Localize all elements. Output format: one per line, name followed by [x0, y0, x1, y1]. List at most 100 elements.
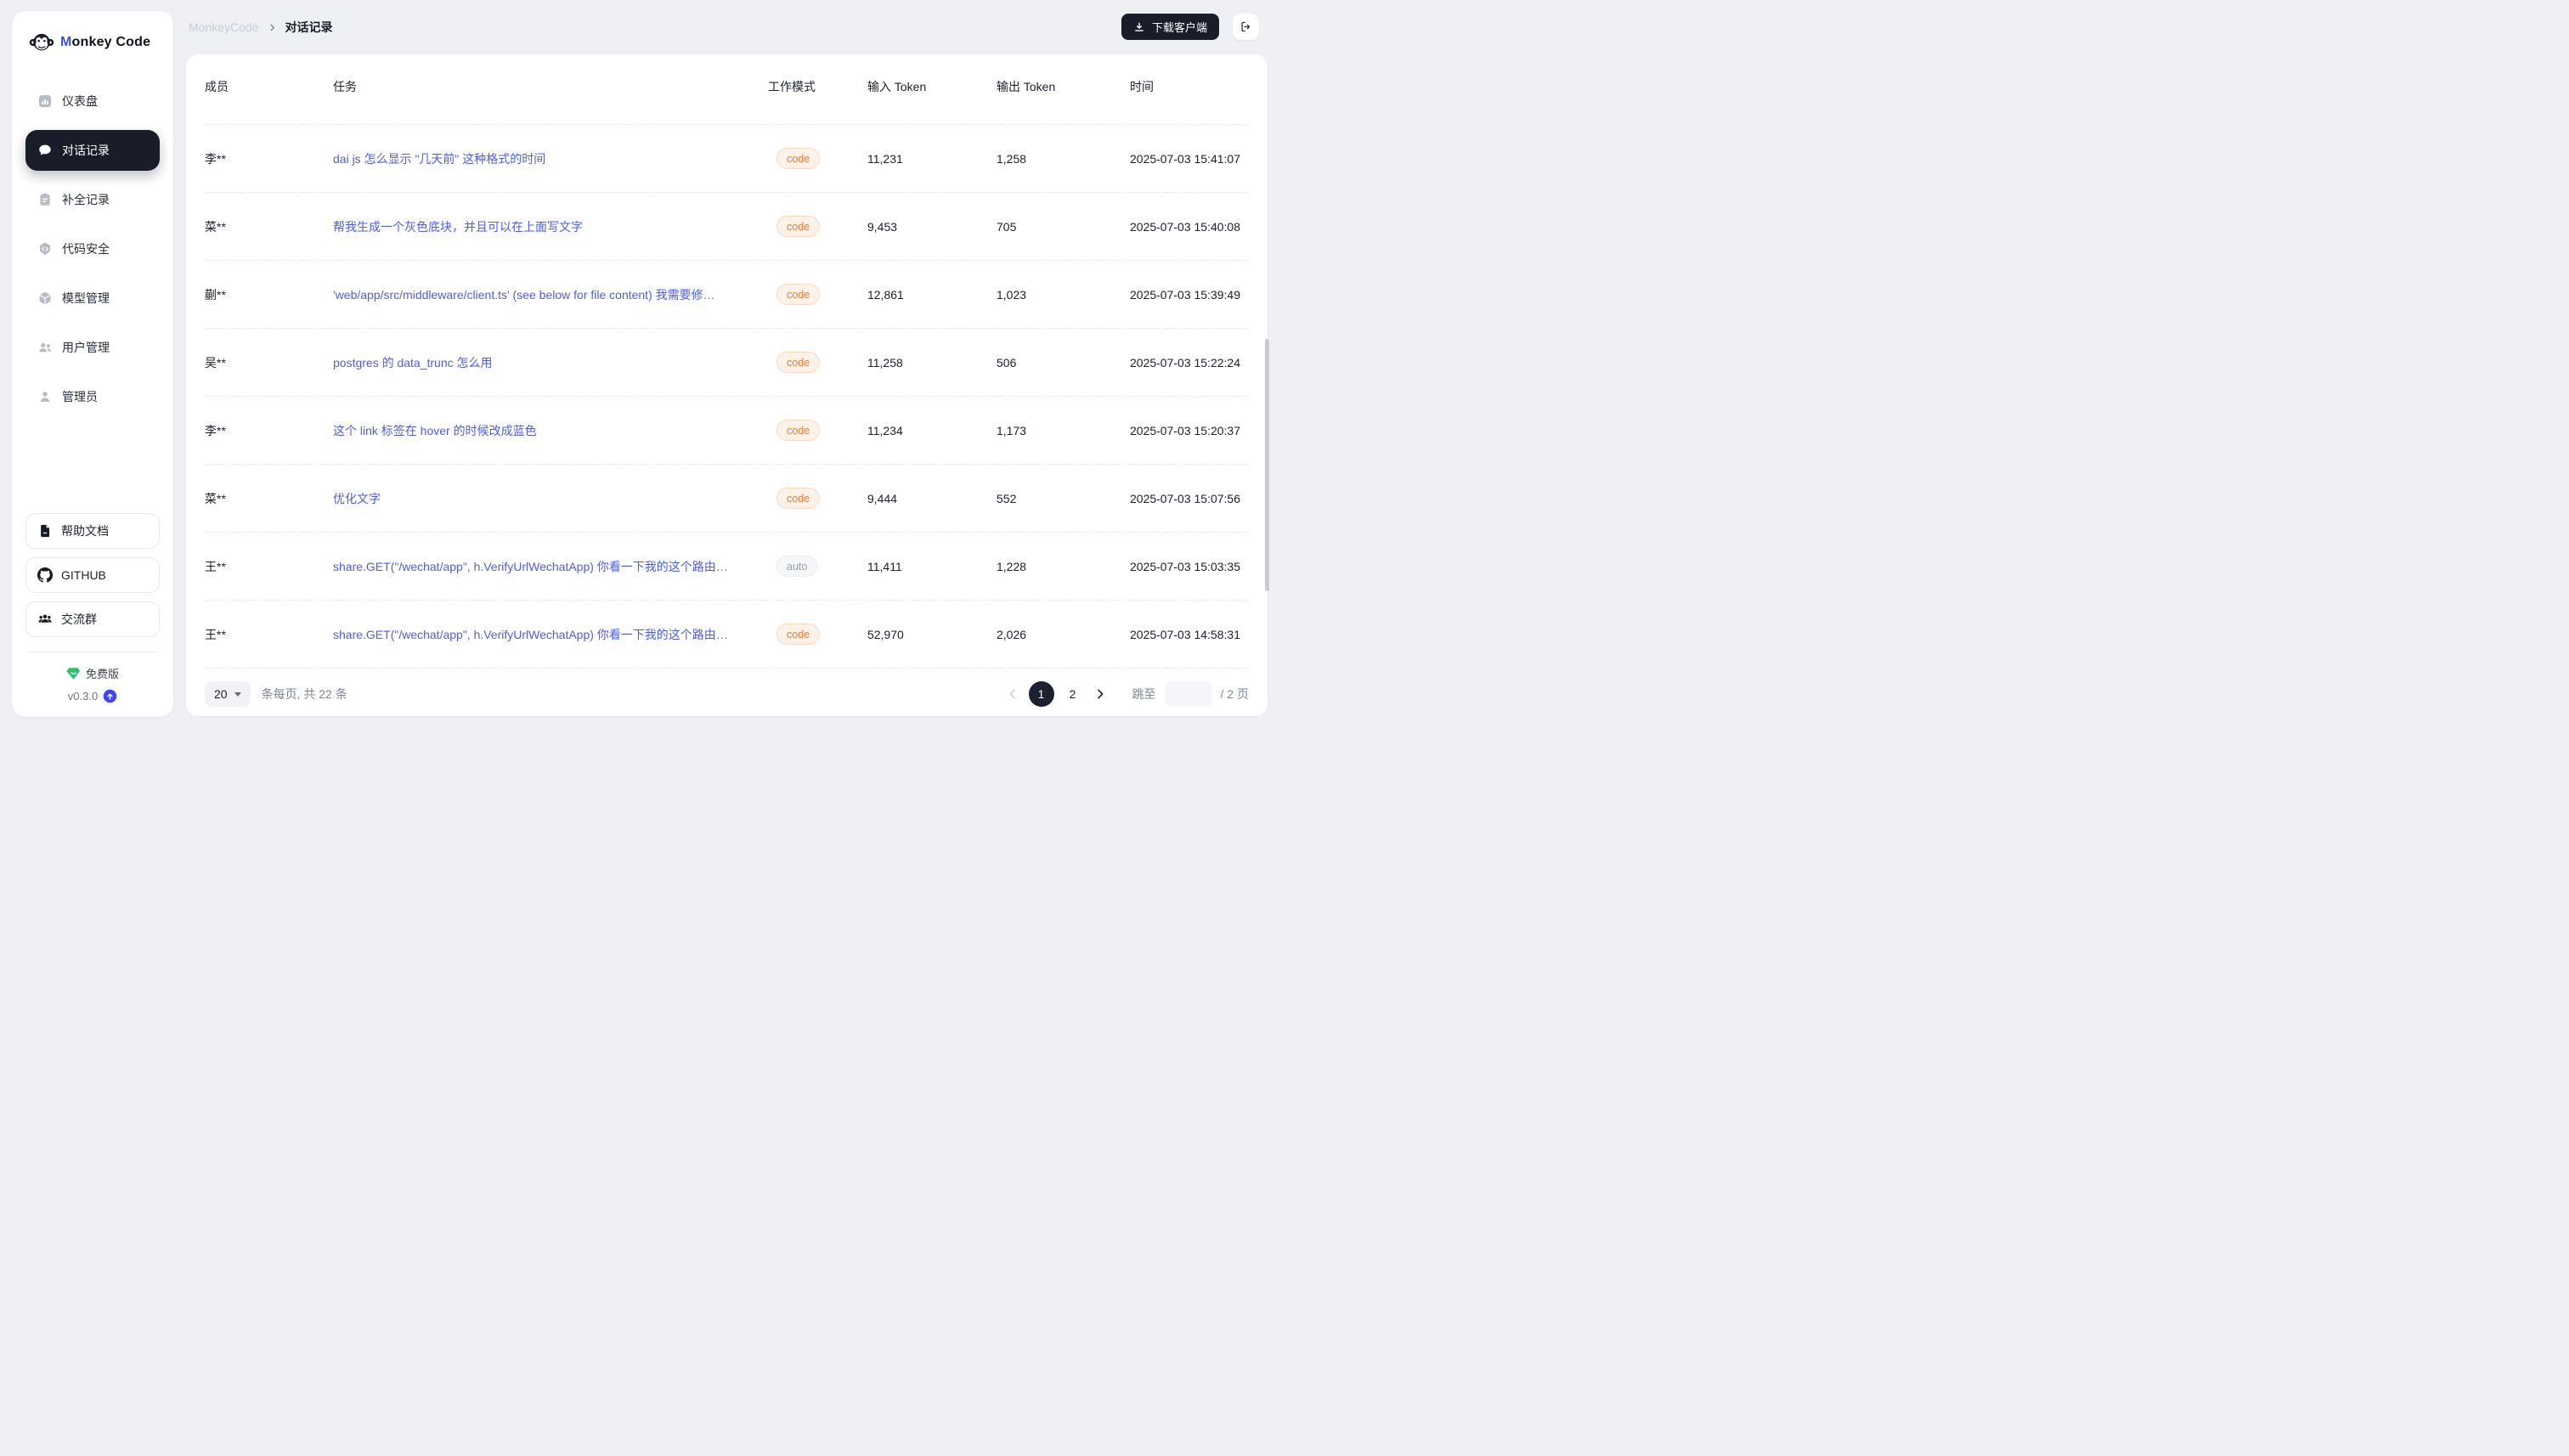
- output-tokens-cell: 1,173: [997, 424, 1130, 437]
- page-button-1[interactable]: 1: [1029, 681, 1054, 707]
- column-header-time: 时间: [1130, 78, 1249, 95]
- member-cell: 菜**: [205, 218, 333, 235]
- previous-page-button[interactable]: [1006, 687, 1019, 701]
- sidebar-item-dashboard[interactable]: 仪表盘: [25, 81, 160, 121]
- sidebar-item-conversations[interactable]: 对话记录: [25, 130, 160, 171]
- sidebar-footer: 帮助文档 GITHUB 交流群 免费版 v0.3.0: [25, 513, 160, 703]
- input-tokens-cell: 11,258: [867, 356, 997, 370]
- sidebar-item-label: 对话记录: [62, 142, 110, 159]
- output-tokens-cell: 705: [997, 220, 1130, 234]
- task-link[interactable]: dai js 怎么显示 "几天前" 这种格式的时间: [333, 150, 768, 167]
- sidebar-item-label: 模型管理: [62, 290, 110, 307]
- help-docs-button[interactable]: 帮助文档: [25, 513, 160, 549]
- task-link[interactable]: share.GET("/wechat/app", h.VerifyUrlWech…: [333, 626, 768, 643]
- table-row: 吴** postgres 的 data_trunc 怎么用 code 11,25…: [205, 329, 1249, 397]
- table-row: 蒯** 'web/app/src/middleware/client.ts' (…: [205, 261, 1249, 329]
- jump-page-input[interactable]: [1165, 681, 1212, 707]
- page-button-2[interactable]: 2: [1064, 687, 1082, 701]
- monkey-logo-icon: [29, 30, 54, 55]
- jump-to-label: 跳至: [1132, 686, 1156, 703]
- chat-icon: [37, 143, 53, 158]
- version-row: v0.3.0: [25, 689, 160, 703]
- output-tokens-cell: 2,026: [997, 628, 1130, 641]
- member-cell: 蒯**: [205, 286, 333, 303]
- page-size-select[interactable]: 20: [205, 681, 251, 707]
- sidebar-item-users[interactable]: 用户管理: [25, 327, 160, 368]
- input-tokens-cell: 11,234: [867, 424, 997, 437]
- mode-badge: code: [776, 148, 820, 169]
- top-actions: 下载客户端: [1121, 14, 1259, 40]
- sidebar-item-label: 管理员: [62, 388, 98, 405]
- sidebar-item-models[interactable]: 模型管理: [25, 278, 160, 319]
- mode-badge: code: [776, 488, 820, 509]
- input-tokens-cell: 52,970: [867, 628, 997, 641]
- time-cell: 2025-07-03 15:07:56: [1130, 492, 1249, 505]
- app-logo: Monkey Code: [25, 30, 160, 55]
- input-tokens-cell: 11,231: [867, 152, 997, 166]
- users-icon: [37, 340, 53, 355]
- completion-icon: [37, 192, 53, 207]
- vertical-scrollbar[interactable]: [1265, 339, 1269, 591]
- download-client-button[interactable]: 下载客户端: [1121, 14, 1219, 40]
- github-button[interactable]: GITHUB: [25, 557, 160, 593]
- sidebar-item-label: 用户管理: [62, 339, 110, 356]
- task-link[interactable]: 优化文字: [333, 490, 768, 507]
- input-tokens-cell: 9,444: [867, 492, 997, 505]
- logout-icon: [1239, 20, 1252, 33]
- time-cell: 2025-07-03 15:22:24: [1130, 356, 1249, 370]
- sidebar-item-label: 代码安全: [62, 240, 110, 257]
- mode-badge: auto: [776, 556, 817, 577]
- mode-badge: code: [776, 284, 820, 305]
- logout-button[interactable]: [1233, 14, 1259, 40]
- next-page-button[interactable]: [1093, 687, 1107, 701]
- member-cell: 菜**: [205, 490, 333, 507]
- time-cell: 2025-07-03 15:41:07: [1130, 152, 1249, 166]
- download-client-label: 下载客户端: [1152, 19, 1207, 35]
- input-tokens-cell: 12,861: [867, 288, 997, 302]
- table-row: 王** share.GET("/wechat/app", h.VerifyUrl…: [205, 601, 1249, 669]
- task-link[interactable]: share.GET("/wechat/app", h.VerifyUrlWech…: [333, 558, 768, 575]
- github-label: GITHUB: [61, 568, 106, 582]
- member-cell: 李**: [205, 150, 333, 167]
- breadcrumb-current: 对话记录: [285, 19, 333, 36]
- sidebar-item-code-security[interactable]: 代码安全: [25, 229, 160, 269]
- model-icon: [37, 291, 53, 306]
- table-row: 李** dai js 怎么显示 "几天前" 这种格式的时间 code 11,23…: [205, 125, 1249, 193]
- pager: 1 2 跳至 / 2 页: [1006, 681, 1249, 707]
- output-tokens-cell: 552: [997, 492, 1130, 505]
- sidebar-nav: 仪表盘 对话记录 补全记录 代码安全 模型管理: [25, 81, 160, 417]
- time-cell: 2025-07-03 15:40:08: [1130, 220, 1249, 234]
- column-header-member: 成员: [205, 78, 333, 95]
- time-cell: 2025-07-03 15:39:49: [1130, 288, 1249, 302]
- dashboard-icon: [37, 93, 53, 109]
- page-size-value: 20: [214, 687, 228, 701]
- column-header-output-tokens: 输出 Token: [997, 78, 1130, 95]
- table-row: 王** share.GET("/wechat/app", h.VerifyUrl…: [205, 533, 1249, 601]
- breadcrumb-root[interactable]: MonkeyCode: [189, 20, 259, 34]
- task-link[interactable]: postgres 的 data_trunc 怎么用: [333, 354, 768, 371]
- community-group-button[interactable]: 交流群: [25, 601, 160, 637]
- table-body: 李** dai js 怎么显示 "几天前" 这种格式的时间 code 11,23…: [205, 124, 1249, 669]
- sidebar-item-label: 补全记录: [62, 191, 110, 208]
- task-link[interactable]: 这个 link 标签在 hover 的时候改成蓝色: [333, 422, 768, 439]
- group-icon: [37, 612, 53, 627]
- table-row: 菜** 帮我生成一个灰色底块，并且可以在上面写文字 code 9,453 705…: [205, 193, 1249, 261]
- breadcrumb: MonkeyCode 对话记录: [189, 19, 333, 36]
- task-link[interactable]: 帮我生成一个灰色底块，并且可以在上面写文字: [333, 218, 768, 235]
- github-icon: [37, 567, 53, 583]
- output-tokens-cell: 506: [997, 356, 1130, 370]
- admin-icon: [37, 389, 53, 404]
- upgrade-icon[interactable]: [103, 689, 117, 703]
- output-tokens-cell: 1,023: [997, 288, 1130, 302]
- version-label: v0.3.0: [68, 690, 98, 703]
- download-icon: [1133, 21, 1145, 33]
- column-header-input-tokens: 输入 Token: [867, 78, 997, 95]
- sidebar-item-completions[interactable]: 补全记录: [25, 179, 160, 220]
- member-cell: 王**: [205, 558, 333, 575]
- total-pages-label: / 2 页: [1221, 686, 1249, 703]
- doc-icon: [37, 523, 53, 539]
- mode-badge: code: [776, 216, 820, 237]
- member-cell: 王**: [205, 626, 333, 643]
- sidebar-item-admin[interactable]: 管理员: [25, 376, 160, 417]
- task-link[interactable]: 'web/app/src/middleware/client.ts' (see …: [333, 286, 768, 303]
